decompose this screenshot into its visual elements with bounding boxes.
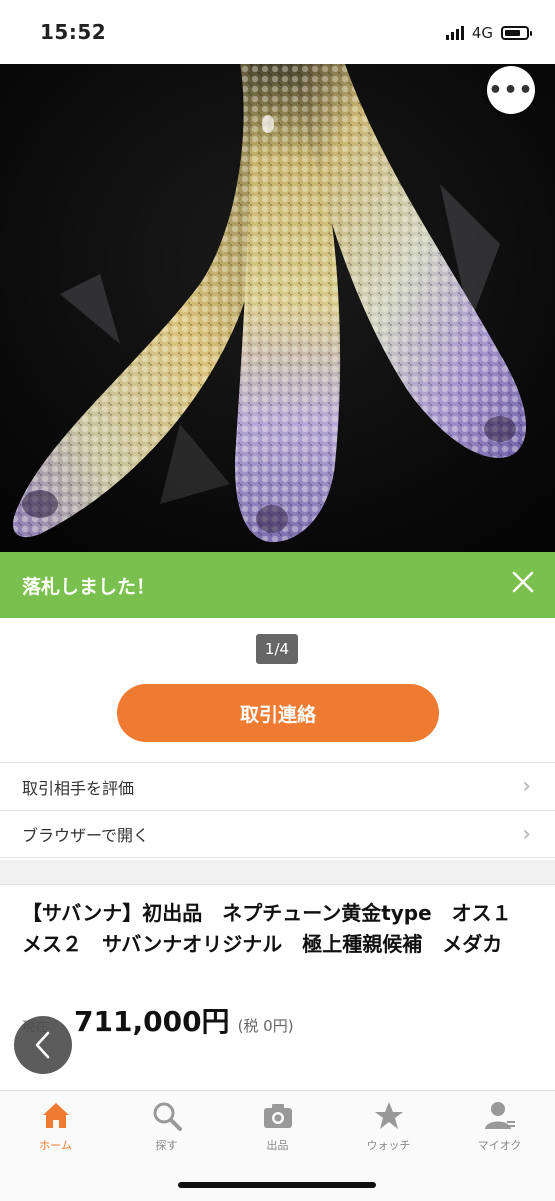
tab-home[interactable]: ホーム	[0, 1099, 111, 1153]
search-icon	[153, 1102, 182, 1131]
close-icon[interactable]	[507, 566, 539, 598]
camera-icon	[263, 1104, 292, 1128]
section-divider	[0, 860, 555, 885]
tab-label: ホーム	[39, 1139, 72, 1152]
action-menu: 取引相手を評価 › ブラウザーで開く ›	[0, 762, 555, 858]
product-image[interactable]	[0, 64, 555, 554]
listing-title: 【サバンナ】初出品 ネプチューン黄金type オス１ メス２ サバンナオリジナル…	[22, 901, 532, 956]
status-indicators: 4G	[445, 24, 532, 42]
battery-icon	[501, 26, 532, 40]
user-icon	[484, 1102, 515, 1129]
more-options-button[interactable]: •••	[487, 66, 535, 114]
tab-label: ウォッチ	[366, 1139, 411, 1152]
menu-item-open-browser[interactable]: ブラウザーで開く ›	[0, 810, 555, 858]
tab-my-auction[interactable]: マイオク	[444, 1099, 555, 1153]
tab-label: 探す	[155, 1139, 178, 1152]
tab-watch[interactable]: ウォッチ	[333, 1099, 444, 1153]
tab-label: マイオク	[477, 1139, 522, 1152]
more-icon: •••	[488, 77, 534, 103]
medaka-fish-photo	[0, 64, 555, 554]
menu-item-rate-partner[interactable]: 取引相手を評価 ›	[0, 762, 555, 810]
tab-sell[interactable]: 出品	[222, 1099, 333, 1153]
menu-item-label: 取引相手を評価	[22, 778, 135, 798]
transaction-contact-button[interactable]: 取引連絡	[117, 684, 439, 742]
banner-text: 落札しました！	[22, 576, 156, 598]
network-type: 4G	[471, 24, 493, 42]
chevron-left-icon	[35, 1031, 50, 1059]
back-button[interactable]	[14, 1016, 72, 1074]
chevron-right-icon: ›	[522, 821, 531, 847]
image-page-indicator: 1/4	[256, 634, 298, 664]
won-banner: 落札しました！	[0, 552, 555, 618]
status-time: 15:52	[40, 20, 107, 44]
home-indicator	[178, 1182, 376, 1188]
chevron-right-icon: ›	[522, 774, 531, 799]
battery-level	[505, 30, 520, 36]
tab-search[interactable]: 探す	[111, 1099, 222, 1153]
signal-icon	[445, 26, 464, 40]
tab-label: 出品	[266, 1139, 289, 1152]
current-price: 711,000円	[74, 1005, 230, 1038]
tax-amount: (税 0円)	[237, 1017, 294, 1035]
star-icon	[374, 1102, 403, 1129]
home-icon	[42, 1103, 69, 1128]
status-bar: 15:52 4G	[0, 0, 555, 64]
menu-item-label: ブラウザーで開く	[22, 826, 150, 845]
